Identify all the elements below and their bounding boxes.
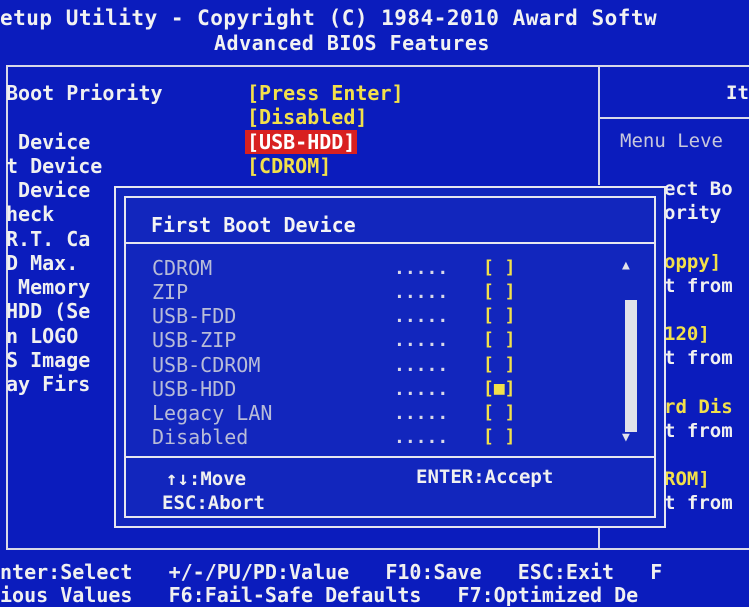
help-text: t from [664, 492, 733, 514]
footer-divider [6, 548, 749, 550]
setting-label[interactable]: t Device [6, 154, 102, 178]
item-help-heading: It [726, 82, 749, 104]
dialog-title: First Boot Device [151, 213, 356, 237]
setting-label[interactable]: R.T. Ca [6, 227, 90, 251]
option-leader-dots: ..... [394, 379, 449, 400]
setting-label[interactable]: n LOGO [6, 324, 78, 348]
key-legend-line2: ious Values F6:Fail-Safe Defaults F7:Opt… [0, 583, 639, 607]
help-text: t from [664, 420, 733, 442]
boot-option[interactable]: USB-ZIP [152, 328, 236, 352]
scroll-down-arrow-icon[interactable]: ▼ [622, 430, 630, 445]
option-radio[interactable]: [ ] [483, 402, 516, 423]
setting-label[interactable]: Device [6, 178, 90, 202]
help-text: ROM] [664, 468, 710, 490]
boot-option[interactable]: ZIP [152, 280, 188, 304]
option-radio[interactable]: [ ] [483, 354, 516, 375]
option-leader-dots: ..... [394, 355, 449, 376]
option-radio-checked[interactable]: [■] [483, 378, 516, 399]
help-text: ority [664, 202, 722, 224]
first-boot-device-dialog: First Boot Device CDROM ZIP USB-FDD USB-… [114, 186, 666, 528]
option-leader-dots: ..... [394, 427, 449, 448]
option-radio[interactable]: [ ] [483, 281, 516, 302]
key-legend-line1: nter:Select +/-/PU/PD:Value F10:Save ESC… [0, 560, 663, 584]
scrollbar[interactable] [623, 278, 639, 432]
boot-option[interactable]: Disabled [152, 425, 248, 449]
scroll-up-arrow-icon[interactable]: ▲ [622, 258, 630, 273]
help-text: oppy] [664, 251, 722, 273]
setting-value[interactable]: [Press Enter] [247, 81, 404, 105]
help-text: t from [664, 275, 733, 297]
setting-label[interactable]: Memory [6, 275, 90, 299]
header-divider [6, 65, 749, 67]
option-radio[interactable]: [ ] [483, 426, 516, 447]
option-leader-dots: ..... [394, 282, 449, 303]
option-leader-dots: ..... [394, 306, 449, 327]
page-title: Advanced BIOS Features [214, 31, 490, 55]
dialog-frame: First Boot Device CDROM ZIP USB-FDD USB-… [124, 196, 656, 518]
boot-option[interactable]: Legacy LAN [152, 401, 272, 425]
scrollbar-thumb[interactable] [625, 300, 637, 432]
right-panel-header-divider [598, 117, 749, 119]
help-text: rd Dis [664, 396, 733, 418]
boot-option[interactable]: CDROM [152, 256, 212, 280]
bios-title: etup Utility - Copyright (C) 1984-2010 A… [0, 6, 658, 30]
menu-level-label: Menu Leve [620, 130, 723, 152]
setting-value[interactable]: [Disabled] [247, 105, 367, 129]
option-radio[interactable]: [ ] [483, 305, 516, 326]
setting-label[interactable]: heck [6, 202, 54, 226]
setting-label[interactable]: Device [6, 130, 90, 154]
setting-label[interactable]: D Max. [6, 251, 78, 275]
help-text: t from [664, 347, 733, 369]
help-text: 120] [664, 323, 710, 345]
boot-option[interactable]: USB-FDD [152, 304, 236, 328]
option-leader-dots: ..... [394, 403, 449, 424]
hint-accept: ENTER:Accept [416, 466, 554, 488]
hint-abort: ESC:Abort [162, 492, 265, 514]
hint-move: ↑↓:Move [166, 468, 247, 490]
option-radio[interactable]: [ ] [483, 329, 516, 350]
right-panel-divider [598, 65, 600, 185]
setting-value[interactable]: [CDROM] [247, 154, 331, 178]
setting-value-selected[interactable]: [USB-HDD] [245, 130, 358, 154]
boot-option-selected[interactable]: USB-HDD [152, 377, 236, 401]
help-text: ect Bo [664, 178, 733, 200]
boot-option[interactable]: USB-CDROM [152, 353, 260, 377]
setting-label[interactable]: S Image [6, 348, 90, 372]
option-radio[interactable]: [ ] [483, 257, 516, 278]
setting-label[interactable]: HDD (Se [6, 299, 90, 323]
setting-label[interactable]: ay Firs [6, 372, 90, 396]
dialog-hint-divider [126, 456, 654, 458]
setting-label[interactable]: Boot Priority [6, 81, 163, 105]
dialog-title-divider [126, 242, 654, 244]
option-leader-dots: ..... [394, 330, 449, 351]
option-leader-dots: ..... [394, 258, 449, 279]
